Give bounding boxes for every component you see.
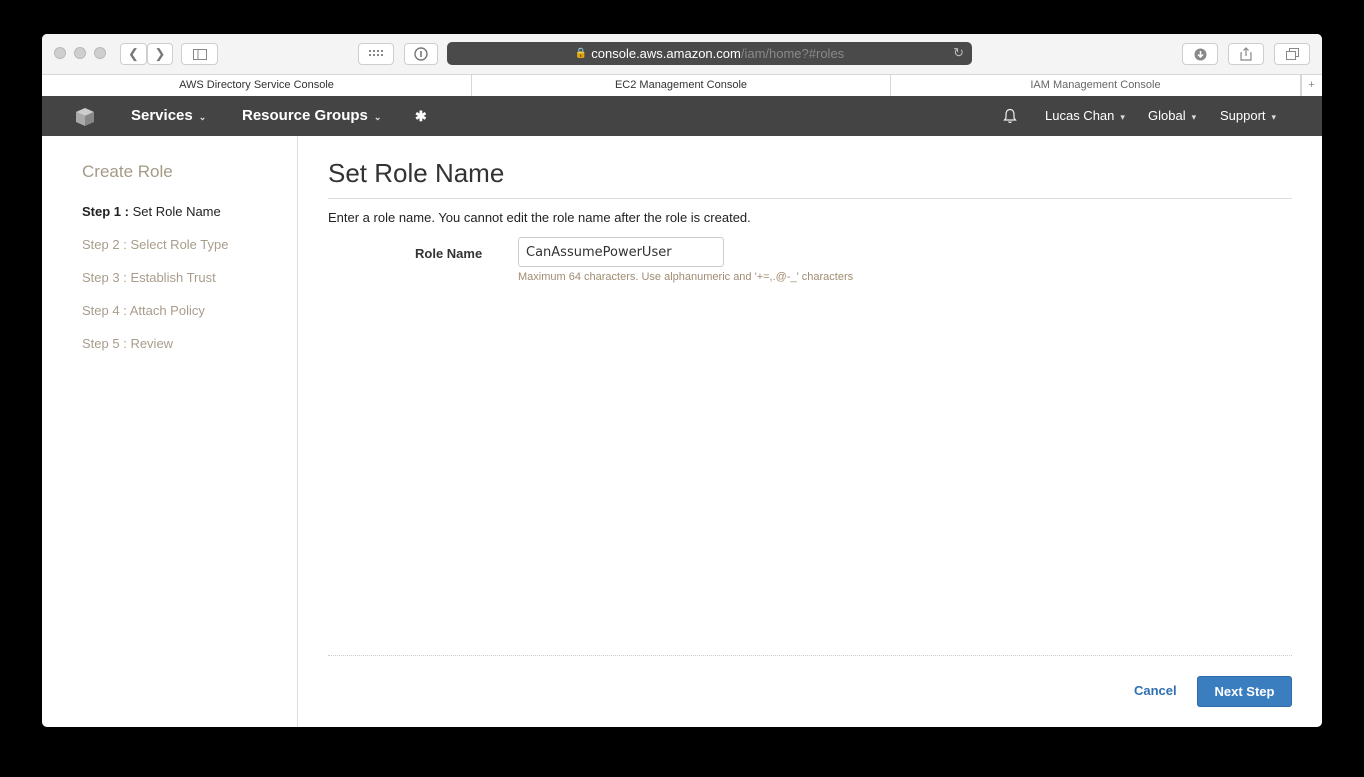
account-menu[interactable]: Lucas Chan ▾	[1045, 96, 1125, 137]
lock-icon: 🔒	[574, 48, 588, 59]
aws-nav-bar: Services ⌄ Resource Groups ⌄ ✱ Lucas Chan ▾…	[42, 96, 1322, 136]
tab-ec2[interactable]: EC2 Management Console	[472, 75, 891, 96]
user-name: Lucas Chan	[1045, 108, 1115, 123]
share-icon	[1240, 47, 1252, 61]
info-icon	[414, 47, 428, 61]
sidebar-toggle-button[interactable]	[181, 43, 218, 65]
aws-logo-icon[interactable]	[75, 107, 95, 127]
role-name-label: Role Name	[415, 246, 483, 261]
step-label: Select Role Type	[130, 237, 229, 252]
bell-icon[interactable]	[1003, 108, 1017, 124]
tabs-overview-button[interactable]	[1274, 43, 1310, 65]
grid-icon	[369, 49, 383, 56]
step-label: Establish Trust	[130, 270, 216, 285]
resource-groups-label: Resource Groups	[242, 107, 368, 124]
reload-icon[interactable]: ↻	[953, 45, 964, 61]
address-bar[interactable]: 🔒 console.aws.amazon.com/iam/home?#roles…	[447, 42, 972, 65]
share-button[interactable]	[1228, 43, 1264, 65]
chevron-left-icon: ❮	[128, 46, 139, 61]
step-prefix: Step 4 :	[82, 303, 127, 318]
services-label: Services	[131, 107, 193, 124]
title-divider	[328, 198, 1292, 199]
wizard-step-2: Step 2 : Select Role Type	[82, 237, 228, 252]
browser-window: ❮ ❯ 🔒 console.aws.amazon.com/iam/home?#r…	[42, 34, 1322, 727]
caret-down-icon: ▾	[1120, 112, 1125, 122]
region-label: Global	[1148, 108, 1186, 123]
footer-divider	[328, 655, 1292, 656]
cancel-button[interactable]: Cancel	[1134, 683, 1177, 698]
tab-directory-service[interactable]: AWS Directory Service Console	[42, 75, 472, 96]
url-host: console.aws.amazon.com	[591, 46, 741, 61]
wizard-title: Create Role	[82, 162, 173, 181]
download-icon	[1194, 48, 1206, 60]
main-panel: Set Role Name Enter a role name. You can…	[328, 136, 1292, 727]
role-name-hint: Maximum 64 characters. Use alphanumeric …	[518, 271, 854, 283]
back-button[interactable]: ❮	[120, 43, 147, 65]
step-prefix: Step 5 :	[82, 336, 127, 351]
wizard-step-5: Step 5 : Review	[82, 336, 173, 351]
forward-button[interactable]: ❯	[147, 43, 173, 65]
wizard-step-1: Step 1 : Set Role Name	[82, 204, 221, 219]
sidebar-icon	[192, 48, 207, 60]
role-name-input[interactable]	[518, 237, 724, 267]
url-path: /iam/home?#roles	[740, 46, 845, 61]
region-menu[interactable]: Global ▾	[1148, 96, 1196, 137]
step-prefix: Step 3 :	[82, 270, 127, 285]
pin-icon[interactable]: ✱	[415, 96, 427, 136]
caret-down-icon: ▾	[1191, 112, 1197, 122]
wizard-sidebar: Create Role Step 1 : Set Role Name Step …	[42, 136, 298, 727]
step-label: Set Role Name	[132, 204, 221, 219]
support-label: Support	[1220, 108, 1266, 123]
services-menu[interactable]: Services ⌄	[131, 96, 206, 137]
step-prefix: Step 1 :	[82, 204, 129, 219]
reader-button[interactable]	[404, 43, 438, 65]
page-description: Enter a role name. You cannot edit the r…	[328, 210, 751, 225]
zoom-window-icon[interactable]	[94, 47, 106, 59]
new-tab-button[interactable]: +	[1301, 75, 1321, 96]
tab-bar: AWS Directory Service Console EC2 Manage…	[42, 75, 1322, 97]
minimize-window-icon[interactable]	[74, 47, 86, 59]
plus-icon: +	[1308, 79, 1315, 91]
tab-iam[interactable]: IAM Management Console	[891, 75, 1301, 96]
page-title: Set Role Name	[328, 158, 505, 188]
support-menu[interactable]: Support ▾	[1220, 96, 1276, 137]
wizard-step-3: Step 3 : Establish Trust	[82, 270, 216, 285]
tabs-icon	[1285, 48, 1299, 60]
chevron-down-icon: ⌄	[198, 112, 207, 122]
caret-down-icon: ▾	[1271, 112, 1277, 122]
step-label: Review	[130, 336, 174, 351]
step-prefix: Step 2 :	[82, 237, 127, 252]
resource-groups-menu[interactable]: Resource Groups ⌄	[242, 96, 381, 137]
chevron-down-icon: ⌄	[373, 112, 382, 122]
step-label: Attach Policy	[129, 303, 205, 318]
chevron-right-icon: ❯	[154, 46, 166, 61]
browser-toolbar: ❮ ❯ 🔒 console.aws.amazon.com/iam/home?#r…	[42, 34, 1322, 75]
downloads-button[interactable]	[1182, 43, 1218, 65]
wizard-step-4: Step 4 : Attach Policy	[82, 303, 205, 318]
next-step-button[interactable]: Next Step	[1197, 676, 1292, 707]
close-window-icon[interactable]	[54, 47, 66, 59]
top-sites-button[interactable]	[358, 43, 394, 65]
